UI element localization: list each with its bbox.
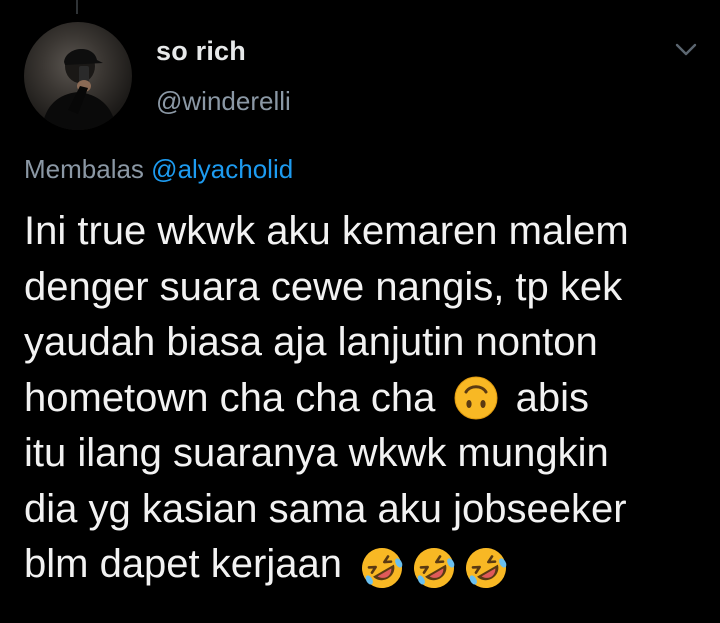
user-handle[interactable]: @winderelli xyxy=(156,86,291,117)
tweet-text: Ini true wkwk aku kemaren malem denger s… xyxy=(24,204,714,602)
reply-context: Membalas @alyacholid xyxy=(24,154,293,185)
rolling-on-floor-laughing-emoji-icon xyxy=(353,546,411,590)
tweet-text-segment: hometown cha cha cha xyxy=(24,375,436,420)
tweet[interactable]: so rich @winderelli Membalas @alyacholid… xyxy=(0,0,720,623)
rolling-on-floor-laughing-emoji-icon xyxy=(405,546,463,590)
upside-down-face-emoji-icon xyxy=(447,376,505,420)
tweet-text-line: denger suara cewe nangis, tp kek xyxy=(24,264,623,309)
avatar[interactable] xyxy=(24,22,132,130)
tweet-text-line: Ini true wkwk aku kemaren malem xyxy=(24,209,629,253)
display-name[interactable]: so rich xyxy=(156,36,246,67)
tweet-text-line-with-emoji: blm dapet kerjaan xyxy=(24,537,714,602)
rolling-on-floor-laughing-emoji-icon xyxy=(457,546,515,590)
tweet-text-line-with-emoji: hometown cha cha cha abis xyxy=(24,371,714,427)
tweet-text-line: yaudah biasa aja lanjutin nonton xyxy=(24,320,598,364)
tweet-text-line: itu ilang suaranya wkwk mungkin xyxy=(24,431,609,475)
chevron-down-icon[interactable] xyxy=(672,40,700,60)
tweet-text-segment: abis xyxy=(515,375,590,420)
emoji-group xyxy=(353,546,509,602)
avatar-photo xyxy=(42,48,116,130)
tweet-text-line: dia yg kasian sama aku jobseeker xyxy=(24,486,627,531)
thread-connector-line xyxy=(76,0,78,14)
tweet-text-segment: blm dapet kerjaan xyxy=(24,542,342,586)
reply-mention-link[interactable]: @alyacholid xyxy=(151,154,293,184)
reply-prefix: Membalas xyxy=(24,154,144,184)
